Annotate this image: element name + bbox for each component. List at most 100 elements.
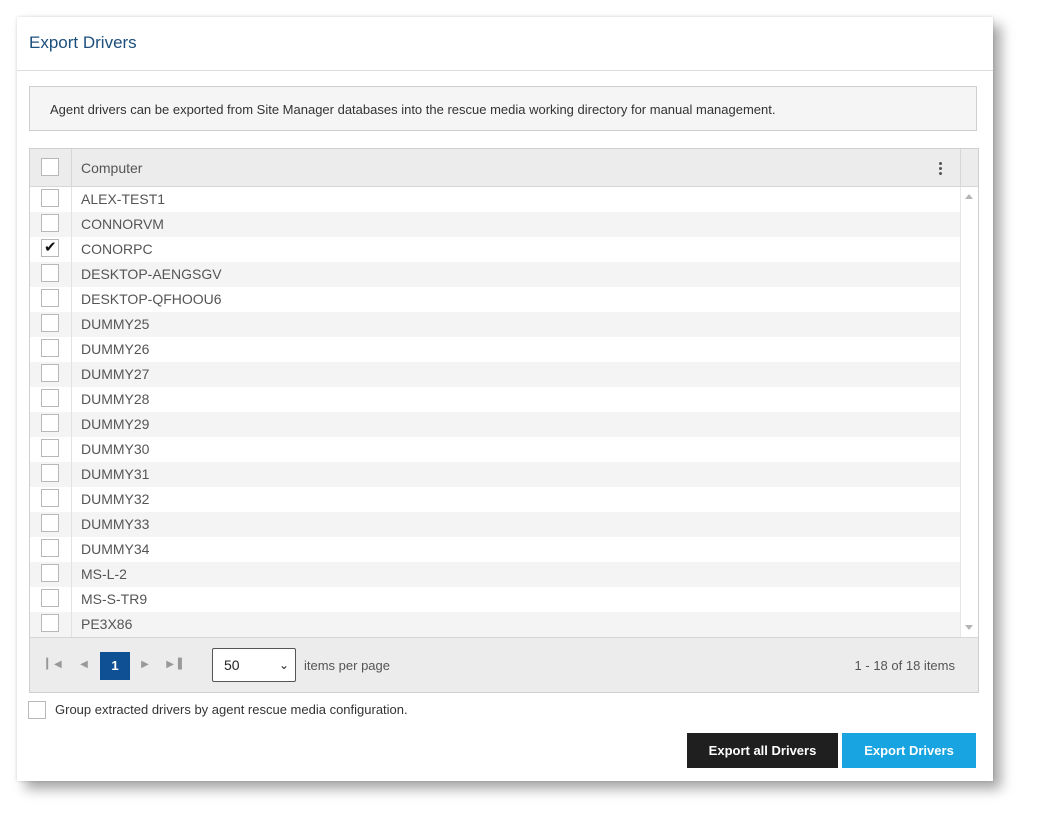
page-size-value: 50 xyxy=(224,657,240,673)
row-checkbox-cell xyxy=(30,412,72,437)
row-checkbox[interactable] xyxy=(41,414,59,432)
row-checkbox[interactable] xyxy=(41,539,59,557)
computer-name: ALEX-TEST1 xyxy=(81,191,166,207)
row-checkbox[interactable] xyxy=(41,389,59,407)
table-row[interactable]: MS-L-2 xyxy=(30,562,960,587)
computer-name: PE3X86 xyxy=(81,616,133,632)
row-checkbox[interactable] xyxy=(41,589,59,607)
table-row[interactable]: DESKTOP-QFHOOU6 xyxy=(30,287,960,312)
row-checkbox-cell xyxy=(30,337,72,362)
row-checkbox-cell xyxy=(30,587,72,612)
row-checkbox-cell xyxy=(30,387,72,412)
computer-name: DESKTOP-QFHOOU6 xyxy=(81,291,222,307)
table-row[interactable]: DUMMY32 xyxy=(30,487,960,512)
info-message: Agent drivers can be exported from Site … xyxy=(29,86,977,131)
next-page-icon[interactable]: ▶ xyxy=(134,652,156,678)
table-row[interactable]: DUMMY34 xyxy=(30,537,960,562)
computer-name: DUMMY26 xyxy=(81,341,150,357)
row-checkbox[interactable] xyxy=(41,314,59,332)
computer-name: DUMMY34 xyxy=(81,541,150,557)
prev-page-icon[interactable]: ◀ xyxy=(73,652,95,678)
computer-name: MS-L-2 xyxy=(81,566,127,582)
header-scroll-spacer xyxy=(960,149,978,187)
row-checkbox[interactable]: ✔ xyxy=(41,238,59,257)
row-checkbox[interactable] xyxy=(41,364,59,382)
row-checkbox[interactable] xyxy=(41,439,59,457)
row-checkbox-cell xyxy=(30,437,72,462)
row-checkbox-cell xyxy=(30,287,72,312)
table-row[interactable]: DUMMY26 xyxy=(30,337,960,362)
last-page-icon[interactable]: ▶▐ xyxy=(163,652,185,678)
table-row[interactable]: DUMMY27 xyxy=(30,362,960,387)
row-checkbox[interactable] xyxy=(41,264,59,282)
export-drivers-button[interactable]: Export Drivers xyxy=(842,733,976,768)
computer-name: MS-S-TR9 xyxy=(81,591,148,607)
row-checkbox[interactable] xyxy=(41,189,59,207)
computer-name: DESKTOP-AENGSGV xyxy=(81,266,222,282)
computer-name: DUMMY30 xyxy=(81,441,150,457)
row-checkbox-cell xyxy=(30,487,72,512)
page-number-button[interactable]: 1 xyxy=(100,652,130,680)
row-checkbox-cell xyxy=(30,362,72,387)
row-checkbox[interactable] xyxy=(41,464,59,482)
row-checkbox[interactable] xyxy=(41,489,59,507)
table-row[interactable]: DUMMY28 xyxy=(30,387,960,412)
row-checkbox-cell xyxy=(30,562,72,587)
page-size-label: items per page xyxy=(304,658,390,673)
table-row[interactable]: MS-S-TR9 xyxy=(30,587,960,612)
checkmark-icon: ✔ xyxy=(44,238,57,256)
export-all-drivers-button[interactable]: Export all Drivers xyxy=(687,733,838,768)
row-checkbox-cell: ✔ xyxy=(30,237,72,262)
pager-info: 1 - 18 of 18 items xyxy=(854,658,955,673)
group-drivers-checkbox[interactable] xyxy=(28,701,46,719)
table-row[interactable]: DUMMY33 xyxy=(30,512,960,537)
computer-name: CONNORVM xyxy=(81,216,164,232)
select-all-checkbox[interactable] xyxy=(41,158,59,176)
table-row[interactable]: DUMMY30 xyxy=(30,437,960,462)
table-row[interactable]: DUMMY25 xyxy=(30,312,960,337)
column-menu-icon[interactable] xyxy=(930,162,950,176)
table-row[interactable]: DUMMY31 xyxy=(30,462,960,487)
scroll-up-icon[interactable] xyxy=(965,194,973,199)
table-row[interactable]: DUMMY29 xyxy=(30,412,960,437)
computers-grid: Computer ALEX-TEST1 CONNORVM ✔ CONORPC DESKT… xyxy=(29,148,979,693)
export-drivers-dialog: Export Drivers Agent drivers can be expo… xyxy=(17,17,993,781)
table-row[interactable]: CONNORVM xyxy=(30,212,960,237)
row-checkbox-cell xyxy=(30,537,72,562)
row-checkbox[interactable] xyxy=(41,289,59,307)
chevron-down-icon: ⌄ xyxy=(278,658,289,672)
pager: ▎◀ ◀ 1 ▶ ▶▐ 50 ⌄ items per page 1 - 18 o… xyxy=(30,637,978,692)
table-row[interactable]: PE3X86 xyxy=(30,612,960,637)
computer-name: DUMMY29 xyxy=(81,416,150,432)
computer-name: DUMMY28 xyxy=(81,391,150,407)
row-checkbox-cell xyxy=(30,187,72,212)
row-checkbox[interactable] xyxy=(41,564,59,582)
table-row[interactable]: DESKTOP-AENGSGV xyxy=(30,262,960,287)
table-row[interactable]: ALEX-TEST1 xyxy=(30,187,960,212)
table-row[interactable]: ✔ CONORPC xyxy=(30,237,960,262)
row-checkbox-cell xyxy=(30,462,72,487)
computer-name: DUMMY33 xyxy=(81,516,150,532)
row-checkbox-cell xyxy=(30,262,72,287)
column-header-computer[interactable]: Computer xyxy=(81,149,142,187)
row-checkbox[interactable] xyxy=(41,514,59,532)
row-checkbox-cell xyxy=(30,212,72,237)
row-checkbox[interactable] xyxy=(41,339,59,357)
scroll-down-icon[interactable] xyxy=(965,625,973,630)
row-checkbox[interactable] xyxy=(41,614,59,632)
row-checkbox-cell xyxy=(30,612,72,637)
page-size-select[interactable]: 50 ⌄ xyxy=(212,648,296,682)
grid-scrollbar[interactable] xyxy=(960,187,978,637)
computer-name: DUMMY25 xyxy=(81,316,150,332)
first-page-icon[interactable]: ▎◀ xyxy=(43,652,65,678)
row-checkbox-cell xyxy=(30,312,72,337)
computer-name: DUMMY31 xyxy=(81,466,150,482)
row-checkbox[interactable] xyxy=(41,214,59,232)
title-divider xyxy=(17,70,993,71)
dialog-title: Export Drivers xyxy=(29,33,137,52)
computer-name: CONORPC xyxy=(81,241,153,257)
row-checkbox-cell xyxy=(30,512,72,537)
group-drivers-label[interactable]: Group extracted drivers by agent rescue … xyxy=(55,701,408,719)
grid-header: Computer xyxy=(30,149,960,187)
grid-rows: ALEX-TEST1 CONNORVM ✔ CONORPC DESKTOP-AENGSG… xyxy=(30,187,960,637)
